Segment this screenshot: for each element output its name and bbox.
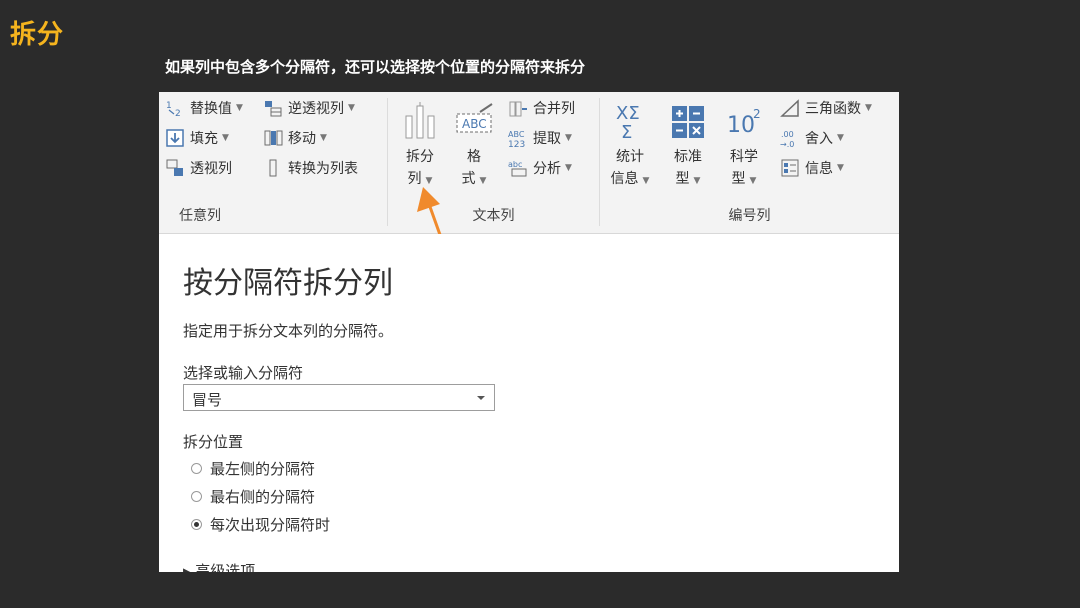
- radio-button-checked[interactable]: [191, 518, 202, 530]
- power-query-window: 12 替换值 ▼ 逆透视列 ▼ 填充 ▼ 移动 ▼ 透视列 转换为列表 任意列 …: [159, 92, 899, 572]
- radio-button[interactable]: [191, 490, 202, 502]
- radio-each-occurrence[interactable]: 每次出现分隔符时: [191, 513, 330, 535]
- chevron-down-icon: [477, 396, 485, 400]
- dialog-description: 指定用于拆分文本列的分隔符。: [183, 322, 394, 340]
- delimiter-value: 冒号: [192, 391, 223, 409]
- radio-leftmost-delimiter[interactable]: 最左侧的分隔符: [191, 457, 315, 479]
- radio-rightmost-delimiter[interactable]: 最右侧的分隔符: [191, 485, 315, 507]
- split-at-label: 拆分位置: [183, 433, 244, 451]
- radio-button[interactable]: [191, 462, 202, 474]
- dialog-title: 按分隔符拆分列: [183, 266, 393, 301]
- delimiter-select[interactable]: 冒号: [183, 384, 495, 411]
- slide-title: 拆分: [10, 20, 65, 50]
- advanced-options-toggle[interactable]: ▸ 高级选项: [183, 560, 255, 572]
- radio-label: 最左侧的分隔符: [210, 459, 316, 478]
- slide-subtitle: 如果列中包含多个分隔符，还可以选择按个位置的分隔符来拆分: [165, 58, 586, 76]
- radio-label: 每次出现分隔符时: [210, 515, 331, 534]
- split-by-delimiter-dialog: 按分隔符拆分列 指定用于拆分文本列的分隔符。 选择或输入分隔符 冒号 拆分位置 …: [159, 234, 899, 572]
- radio-label: 最右侧的分隔符: [210, 487, 316, 506]
- delimiter-label: 选择或输入分隔符: [183, 364, 304, 382]
